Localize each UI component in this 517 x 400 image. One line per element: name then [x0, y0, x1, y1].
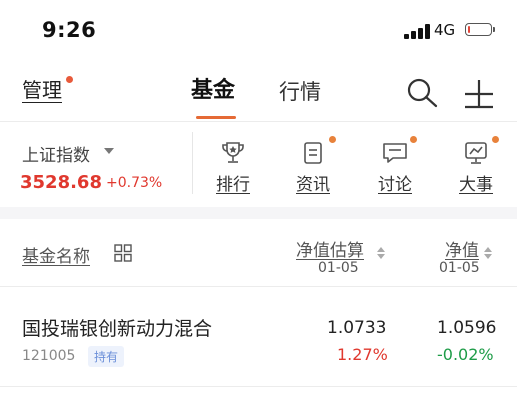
column-header-fund-name[interactable]: 基金名称 — [22, 242, 90, 267]
index-change: +0.73% — [106, 175, 163, 191]
fund-code: 121005 — [22, 348, 76, 364]
column-header-estimate[interactable]: 净值估算 — [296, 236, 364, 261]
holding-badge: 持有 — [88, 346, 125, 367]
discussion-notification-dot — [410, 136, 417, 143]
table-header-divider — [0, 286, 517, 287]
estimate-value: 1.0733 — [327, 318, 387, 338]
grid-icon[interactable] — [114, 244, 132, 262]
trophy-icon — [222, 142, 244, 163]
index-divider — [192, 132, 193, 194]
index-value: 3528.68 — [20, 172, 102, 193]
chart-monitor-icon — [465, 142, 487, 164]
fund-name[interactable]: 国投瑞银创新动力混合 — [22, 314, 212, 341]
index-name[interactable]: 上证指数 — [22, 141, 90, 166]
chat-icon — [383, 143, 407, 163]
section-gap — [0, 207, 517, 219]
nav-date: 01-05 — [439, 260, 480, 276]
quick-link-label: 资讯 — [296, 175, 330, 195]
battery-tip — [493, 27, 495, 32]
plus-icon[interactable] — [463, 77, 495, 109]
status-time: 9:26 — [42, 18, 97, 42]
tab-market[interactable]: 行情 — [279, 79, 321, 105]
manage-notification-dot — [66, 76, 73, 83]
network-type: 4G — [434, 21, 456, 39]
chevron-down-icon[interactable] — [104, 148, 114, 154]
quick-link-news[interactable]: 资讯 — [283, 136, 343, 198]
estimate-date: 01-05 — [318, 260, 359, 276]
quick-link-label: 排行 — [216, 175, 250, 195]
quick-link-events[interactable]: 大事 — [446, 136, 506, 198]
header-divider — [0, 121, 517, 122]
nav-change: -0.02% — [437, 345, 494, 364]
sort-icon[interactable] — [484, 247, 492, 259]
quick-link-label: 大事 — [459, 175, 493, 195]
battery-icon — [465, 23, 492, 36]
nav-value: 1.0596 — [437, 318, 497, 338]
sort-icon[interactable] — [377, 247, 385, 259]
quick-link-label: 讨论 — [378, 175, 412, 195]
quick-link-discussion[interactable]: 讨论 — [365, 136, 425, 198]
quick-link-ranking[interactable]: 排行 — [203, 136, 263, 198]
search-icon[interactable] — [406, 78, 438, 108]
estimate-change: 1.27% — [337, 345, 388, 364]
tab-active-indicator — [196, 116, 236, 119]
tab-fund[interactable]: 基金 — [191, 78, 235, 104]
news-notification-dot — [329, 136, 336, 143]
document-icon — [304, 142, 322, 164]
signal-icon — [404, 23, 432, 39]
manage-button[interactable]: 管理 — [22, 78, 62, 103]
row-divider — [0, 386, 517, 387]
column-header-nav[interactable]: 净值 — [445, 236, 479, 261]
events-notification-dot — [492, 136, 499, 143]
